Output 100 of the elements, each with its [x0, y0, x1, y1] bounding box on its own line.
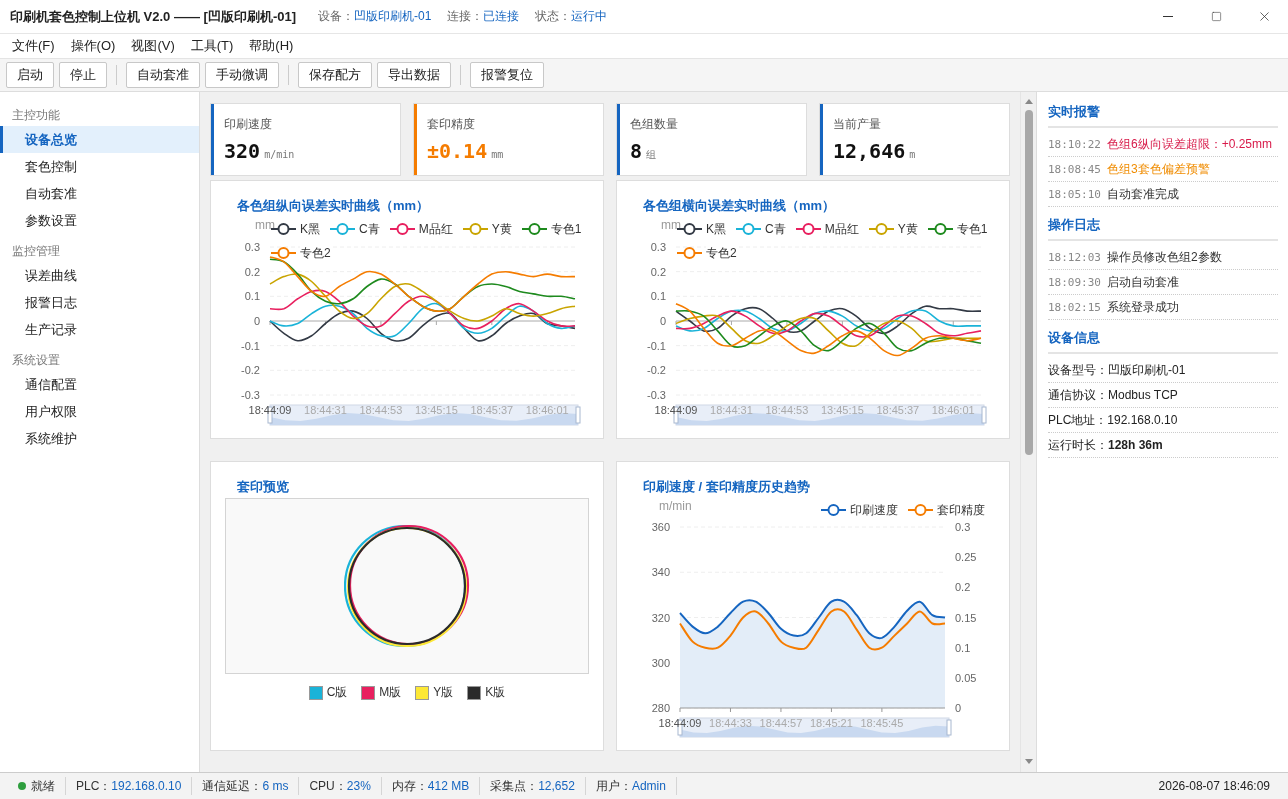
minimize-icon [1163, 16, 1173, 17]
log-text: 操作员修改色组2参数 [1107, 248, 1222, 266]
axis-label: 0 [253, 315, 260, 327]
chart-title: 各色组纵向误差实时曲线（mm） [236, 197, 431, 215]
info-label: 运行时长： [1048, 436, 1108, 454]
axis-label: 18:44:33 [709, 717, 752, 729]
axis-label: 18:44:09 [248, 404, 292, 416]
legend-label: 专色2 [706, 244, 737, 262]
axis-label: -0.3 [241, 389, 260, 401]
axis-label: 0.3 [244, 241, 260, 253]
legend-label: 专色2 [300, 244, 331, 262]
axis-label: 300 [651, 656, 670, 669]
menu-item[interactable]: 视图(V) [123, 37, 183, 55]
kpi-value: ±0.14 [427, 139, 488, 163]
status-label: 通信延迟： [202, 777, 263, 795]
legend-label: 专色1 [550, 220, 582, 238]
section-heading: 设备信息 [1048, 326, 1278, 354]
axis-label: 18:44:53 [359, 404, 403, 416]
axis-label: 13:45:15 [820, 404, 864, 416]
kpi-unit: mm [491, 149, 504, 160]
legend-label: K黑 [706, 220, 726, 238]
axis-label: 320 [651, 611, 670, 624]
sidebar-item[interactable]: 参数设置 [0, 207, 199, 234]
kpi-unit: m [909, 149, 916, 160]
axis-label: 0 [659, 315, 666, 327]
toolbar-button[interactable]: 手动微调 [205, 62, 279, 88]
scrollbar-thumb[interactable] [1024, 110, 1033, 455]
status-label: PLC： [76, 777, 112, 795]
legend-label: 印刷速度 [850, 501, 898, 519]
axis-label: 0.2 [650, 265, 666, 278]
axis-label: 0.3 [955, 521, 971, 533]
sidebar-item[interactable]: 通信配置 [0, 371, 199, 398]
maximize-icon [1210, 11, 1222, 22]
section-heading: 操作日志 [1048, 213, 1278, 241]
axis-label: 18:45:21 [810, 717, 853, 729]
menu-item[interactable]: 帮助(H) [241, 37, 302, 55]
panel-title: 套印预览 [236, 478, 290, 496]
info-value: Modbus TCP [1108, 388, 1178, 402]
status-label: 采集点： [490, 777, 539, 795]
axis-label: 18:45:37 [876, 404, 920, 416]
sidebar-item[interactable]: 设备总览 [0, 126, 199, 153]
status-value: 6 ms [262, 779, 289, 793]
info-label: PLC地址： [1048, 411, 1108, 429]
axis-label: 0.2 [955, 581, 971, 594]
axis-label: 18:44:31 [304, 404, 347, 416]
axis-label: 18:44:57 [759, 717, 803, 729]
sidebar-item[interactable]: 用户权限 [0, 398, 199, 425]
toolbar-button[interactable]: 保存配方 [298, 62, 372, 88]
axis-label: 280 [651, 702, 670, 714]
alarm-text: 自动套准完成 [1107, 185, 1179, 203]
sidebar-item[interactable]: 报警日志 [0, 289, 199, 316]
toolbar-button[interactable]: 报警复位 [470, 62, 544, 88]
toolbar-button[interactable]: 自动套准 [126, 62, 200, 88]
axis-label: 360 [651, 521, 670, 533]
scroll-up-icon[interactable] [1024, 98, 1033, 104]
sidebar-item[interactable]: 误差曲线 [0, 262, 199, 289]
axis-label: 18:45:37 [470, 404, 514, 416]
axis-label: 340 [651, 566, 670, 579]
menu-item[interactable]: 操作(O) [62, 37, 124, 55]
toolbar-button[interactable]: 启动 [6, 62, 54, 88]
window-title: 印刷机套色控制上位机 V2.0 —— [凹版印刷机-01] [10, 7, 297, 26]
legend-label: M版 [379, 684, 402, 701]
toolbar-button[interactable]: 停止 [59, 62, 107, 88]
kpi-label: 套印精度 [427, 116, 476, 133]
log-time: 18:09:30 [1048, 275, 1101, 289]
status-label: CPU： [309, 777, 347, 795]
menu-item[interactable]: 文件(F) [4, 37, 63, 55]
kpi-value: 320 [224, 139, 261, 163]
chart-title: 各色组横向误差实时曲线（mm） [642, 197, 837, 215]
sidebar-item[interactable]: 套色控制 [0, 153, 199, 180]
axis-label: 18:46:01 [931, 404, 975, 416]
kpi-value: 8 [630, 139, 643, 163]
sidebar-item[interactable]: 自动套准 [0, 180, 199, 207]
legend-label: Y黄 [491, 220, 512, 238]
sidebar-item[interactable]: 生产记录 [0, 316, 199, 343]
axis-label: 18:44:53 [765, 404, 809, 416]
menu-item[interactable]: 工具(T) [182, 37, 242, 55]
status-value: 23% [346, 779, 371, 793]
info-label: 状态： [535, 8, 572, 25]
status-label: 用户： [595, 777, 632, 795]
axis-label: 0.1 [650, 290, 666, 303]
info-value: 192.168.0.10 [1107, 413, 1178, 427]
axis-label: 0 [955, 702, 962, 714]
kpi-unit: 组 [646, 148, 657, 162]
axis-title: mm [661, 218, 681, 232]
axis-label: -0.2 [241, 364, 260, 377]
info-value: 已连接 [483, 8, 520, 25]
axis-label: 18:46:01 [525, 404, 569, 416]
sidebar-item[interactable]: 系统维护 [0, 425, 199, 452]
toolbar-button[interactable]: 导出数据 [377, 62, 451, 88]
status-text: 就绪 [31, 777, 55, 795]
axis-label: -0.2 [647, 364, 666, 377]
status-clock: 2026-08-07 18:46:09 [1158, 779, 1270, 793]
log-time: 18:08:45 [1048, 162, 1101, 176]
legend-label: M品红 [824, 220, 859, 238]
sidebar-heading: 主控功能 [11, 107, 61, 124]
legend-label: C青 [359, 220, 380, 238]
info-value: 128h 36m [1108, 438, 1163, 452]
scroll-down-icon[interactable] [1024, 758, 1033, 764]
alarm-text: 色组3套色偏差预警 [1107, 160, 1210, 178]
